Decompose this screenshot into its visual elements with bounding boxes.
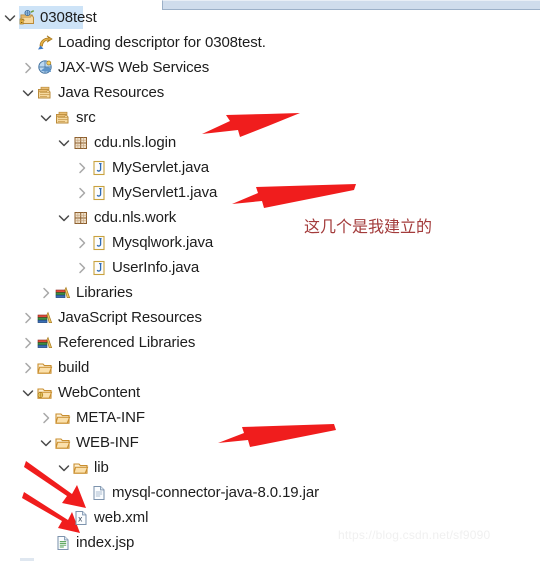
tree-row-label: WEB-INF [76, 434, 139, 451]
dynamic-web-project-icon [18, 9, 36, 27]
tree-row[interactable]: JavaScript Resources [0, 305, 540, 330]
twisty-placeholder [20, 35, 36, 51]
note-annotation: 这几个是我建立的 [304, 217, 433, 236]
svg-text:x: x [78, 514, 83, 523]
tree-row-label: MyServlet1.java [112, 184, 218, 201]
twisty-placeholder [38, 535, 54, 551]
arrow-to-cdu-nls-work [232, 184, 356, 208]
tree-row[interactable]: mysql-connector-java-8.0.19.jar [0, 480, 540, 505]
chevron-down-icon[interactable] [20, 85, 36, 101]
package-icon [72, 134, 90, 152]
tree-row-label: WebContent [58, 384, 141, 401]
tree-row[interactable]: 0308test [0, 5, 540, 30]
tree-row-label: Loading descriptor for 0308test. [58, 34, 266, 51]
chevron-down-icon[interactable] [56, 135, 72, 151]
tree-row[interactable]: lib [0, 455, 540, 480]
source-folder-icon [54, 109, 72, 127]
chevron-down-icon[interactable] [56, 460, 72, 476]
chevron-right-icon[interactable] [38, 285, 54, 301]
tree-row[interactable]: Loading descriptor for 0308test. [0, 30, 540, 55]
tree-row-label: build [58, 359, 90, 376]
tree-row-label: index.jsp [76, 534, 135, 551]
chevron-right-icon[interactable] [38, 410, 54, 426]
tree-row-label: UserInfo.java [112, 259, 200, 276]
arrow-to-jar-file [218, 424, 336, 447]
tree-row[interactable]: WebContent [0, 380, 540, 405]
tree-row[interactable]: Java Resources [0, 80, 540, 105]
java-file-icon [90, 259, 108, 277]
folder-icon [54, 434, 72, 452]
chevron-right-icon[interactable] [74, 235, 90, 251]
chevron-right-icon[interactable] [74, 260, 90, 276]
package-icon [72, 209, 90, 227]
libraries-icon [54, 284, 72, 302]
twisty-placeholder [56, 510, 72, 526]
tree-row-label: mysql-connector-java-8.0.19.jar [112, 484, 319, 501]
tree-row-label: META-INF [76, 409, 145, 426]
arrow-to-cdu-nls-login [202, 113, 300, 137]
chevron-down-icon[interactable] [38, 110, 54, 126]
tree-row[interactable]: UserInfo.java [0, 255, 540, 280]
libraries-icon [36, 309, 54, 327]
file-icon [90, 484, 108, 502]
chevron-right-icon[interactable] [20, 360, 36, 376]
xml-file-icon: x [72, 509, 90, 527]
tree-row[interactable]: x web.xml [0, 505, 540, 530]
tree-row-label: src [76, 109, 96, 126]
folder-icon [72, 459, 90, 477]
tree-row[interactable]: MyServlet.java [0, 155, 540, 180]
chevron-down-icon[interactable] [56, 210, 72, 226]
watermark-text: https://blog.csdn.net/sf9090 [338, 528, 491, 542]
web-folder-icon [36, 384, 54, 402]
chevron-right-icon[interactable] [20, 310, 36, 326]
tree-row-label: JAX-WS Web Services [58, 59, 210, 76]
loading-descriptor-icon [36, 34, 54, 52]
java-file-icon [90, 184, 108, 202]
libraries-icon [36, 334, 54, 352]
chevron-down-icon[interactable] [2, 10, 18, 26]
tree-row-label: web.xml [94, 509, 149, 526]
twisty-placeholder [74, 485, 90, 501]
tree-row[interactable]: Mysqlwork.java [0, 230, 540, 255]
project-explorer-panel: 0308test Loading descriptor for 0308test.… [0, 0, 540, 561]
java-file-icon [90, 234, 108, 252]
chevron-right-icon[interactable] [74, 185, 90, 201]
chevron-right-icon[interactable] [20, 335, 36, 351]
java-resources-icon [36, 84, 54, 102]
tree-row-label: lib [94, 459, 109, 476]
tree-row-label: cdu.nls.work [94, 209, 177, 226]
java-file-icon [90, 159, 108, 177]
tree-row-label: Mysqlwork.java [112, 234, 214, 251]
tree-row[interactable]: Libraries [0, 280, 540, 305]
tree-row[interactable]: JAX-WS Web Services [0, 55, 540, 80]
tree-row-label: Libraries [76, 284, 133, 301]
tree-row[interactable]: Referenced Libraries [0, 330, 540, 355]
chevron-right-icon[interactable] [74, 160, 90, 176]
chevron-down-icon[interactable] [38, 435, 54, 451]
chevron-right-icon[interactable] [20, 60, 36, 76]
jax-ws-icon [36, 59, 54, 77]
chevron-down-icon[interactable] [20, 385, 36, 401]
tree-row[interactable]: build [0, 355, 540, 380]
tree-row-label: 0308test [40, 9, 97, 26]
tree-row-label: Referenced Libraries [58, 334, 196, 351]
folder-icon [54, 409, 72, 427]
folder-icon [36, 359, 54, 377]
tree-row[interactable]: user_login.jsp [0, 555, 540, 561]
tree-row-label: JavaScript Resources [58, 309, 202, 326]
tree-row-label: MyServlet.java [112, 159, 209, 176]
jsp-file-icon [54, 534, 72, 552]
tree-row-label: cdu.nls.login [94, 134, 177, 151]
tree-row-label: Java Resources [58, 84, 165, 101]
